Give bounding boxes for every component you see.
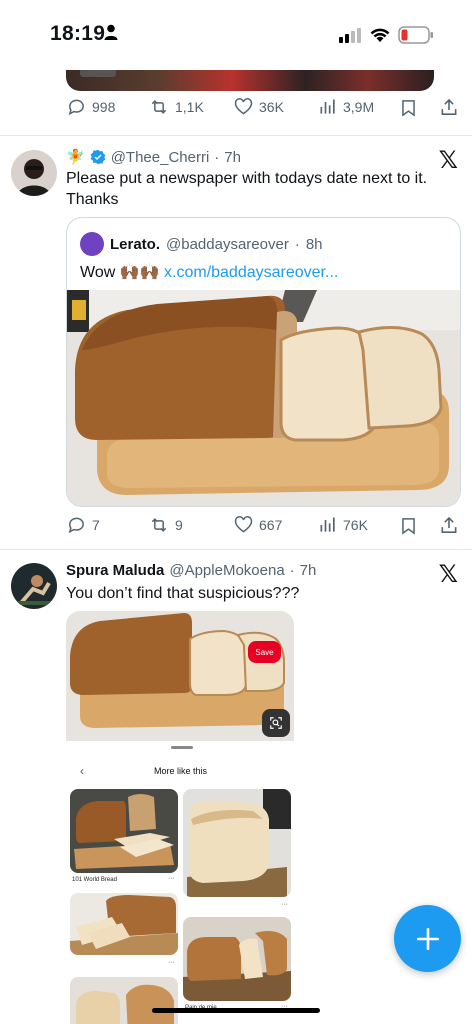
repost-button[interactable]: 9 (148, 515, 183, 535)
tweet2-name[interactable]: Spura Maluda (66, 562, 164, 579)
like-button[interactable]: 667 (233, 515, 282, 535)
battery-icon (398, 26, 433, 44)
bookmark-icon[interactable] (399, 516, 418, 536)
views-icon (320, 517, 335, 532)
bread-photo-top (66, 611, 294, 741)
tweet2-media[interactable]: Save ‹ More like this 101 World Bread ··… (66, 611, 294, 1024)
plus-icon (416, 927, 439, 950)
bookmark-icon[interactable] (399, 98, 418, 118)
quoted-link[interactable]: x.com/baddaysareover... (164, 264, 338, 281)
divider (0, 549, 472, 550)
wifi-icon (370, 28, 390, 42)
sheet-title: More like this (153, 766, 207, 776)
tweet2-text: You don’t find that suspicious??? (66, 585, 300, 602)
pin-card[interactable] (70, 893, 178, 955)
quoted-time: 8h (305, 235, 323, 253)
tweet2-handle[interactable]: @AppleMokoena (169, 562, 284, 579)
verified-badge-icon (90, 149, 106, 165)
quoted-avatar (80, 232, 104, 256)
fairy-emoji-icon: 🧚 (66, 149, 85, 166)
quoted-handle: @baddaysareover (166, 235, 289, 253)
quoted-header: Lerato. @baddaysareover · 8h (80, 232, 323, 256)
repost-count: 9 (175, 517, 183, 533)
lens-icon[interactable] (262, 709, 290, 737)
repost-button[interactable]: 1,1K (148, 97, 204, 117)
raised-hands-emoji: 🙌🏾🙌🏾 (119, 264, 160, 281)
pin-label: 101 World Bread (72, 877, 117, 883)
share-icon[interactable] (439, 97, 459, 118)
views-count: 3,9M (343, 99, 375, 115)
share-icon[interactable] (439, 515, 459, 536)
repost-count: 1,1K (175, 99, 204, 115)
views-button[interactable]: 3,9M (318, 97, 374, 117)
previous-tweet-media[interactable] (66, 70, 434, 91)
tweet1-header: 🧚 @Thee_Cherri · 7h (66, 148, 241, 167)
tweet0-action-row: 998 1,1K 36K 3,9M (66, 97, 462, 123)
avatar[interactable] (11, 563, 57, 609)
quoted-name: Lerato. (110, 235, 161, 253)
more-like-this-sheet: ‹ More like this 101 World Bread ··· ···… (70, 741, 291, 1024)
pin-more-button[interactable]: ··· (281, 901, 288, 908)
bread-photo[interactable] (67, 290, 461, 507)
repost-icon (151, 518, 167, 532)
tweet2-time[interactable]: 7h (300, 562, 317, 579)
divider (0, 135, 472, 136)
repost-icon (151, 100, 167, 114)
sheet-handle[interactable] (171, 746, 193, 749)
pin-card[interactable] (183, 917, 291, 1001)
views-count: 76K (343, 517, 368, 533)
avatar[interactable] (11, 150, 57, 196)
pin-more-button[interactable]: ··· (168, 959, 175, 966)
pin-card[interactable] (183, 789, 291, 897)
views-button[interactable]: 76K (318, 515, 368, 535)
reply-icon (68, 517, 84, 534)
status-time: 18:19 (50, 22, 106, 45)
person-icon (104, 24, 118, 40)
reply-count: 998 (92, 99, 116, 115)
like-button[interactable]: 36K (233, 97, 284, 117)
like-icon (234, 516, 253, 533)
pin-card[interactable] (70, 977, 178, 1024)
like-count: 36K (259, 99, 284, 115)
tweet1-handle[interactable]: @Thee_Cherri (111, 149, 210, 166)
tweet1-time[interactable]: 7h (224, 149, 241, 166)
pin-more-button[interactable]: ··· (168, 875, 175, 882)
signal-icon (339, 28, 361, 43)
like-icon (234, 98, 253, 115)
quoted-tweet[interactable]: Lerato. @baddaysareover · 8h Wow 🙌🏾🙌🏾 x.… (66, 217, 461, 507)
reply-button[interactable]: 998 (66, 97, 115, 117)
video-duration-badge (80, 70, 116, 77)
views-icon (320, 99, 335, 114)
save-button[interactable]: Save (248, 641, 281, 663)
tweet1-action-row: 7 9 667 76K (66, 515, 462, 541)
reply-count: 7 (92, 517, 100, 533)
home-indicator[interactable] (152, 1008, 320, 1013)
pin-card[interactable] (70, 789, 178, 873)
compose-button[interactable] (394, 905, 461, 972)
quoted-text: Wow 🙌🏾🙌🏾 x.com/baddaysareover... (80, 264, 339, 281)
tweet1-text: Please put a newspaper with todays date … (66, 170, 428, 208)
tweet2-header: Spura Maluda @AppleMokoena · 7h (66, 562, 317, 579)
like-count: 667 (259, 517, 283, 533)
reply-icon (68, 99, 84, 116)
status-bar: 18:19 (0, 0, 472, 70)
reply-button[interactable]: 7 (66, 515, 100, 535)
